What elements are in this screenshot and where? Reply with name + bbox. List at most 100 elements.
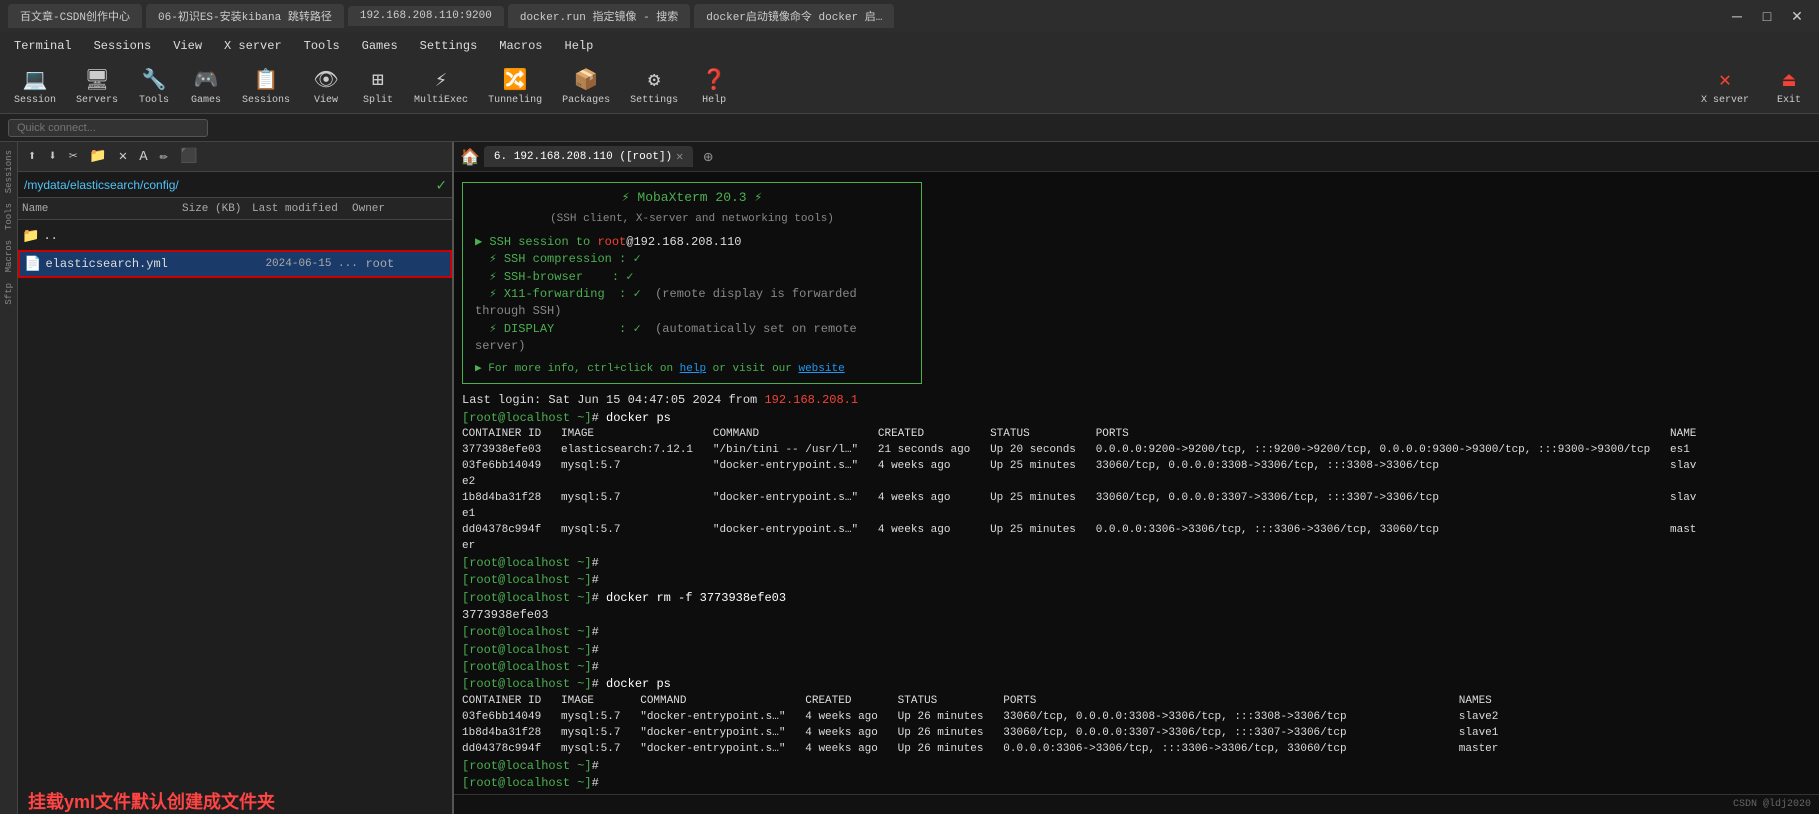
fp-folder-button[interactable]: 📁 (85, 146, 110, 167)
toolbar-packages[interactable]: 📦 Packages (556, 63, 616, 110)
menu-xserver[interactable]: X server (214, 36, 292, 56)
terminal-line-e1: e1 (462, 507, 1811, 523)
toolbar-help[interactable]: ❓ Help (692, 63, 736, 110)
terminal-line-rmid: 3773938efe03 (462, 607, 1811, 624)
session-icon: 💻 (23, 67, 48, 93)
terminal-tab-close[interactable]: ✕ (676, 149, 683, 164)
terminal-line-header2: CONTAINER ID IMAGE COMMAND CREATED STATU… (462, 694, 1811, 710)
filepath-confirm-icon[interactable]: ✓ (436, 175, 446, 195)
sidebar-left: Sessions Tools Macros Sftp (0, 142, 18, 814)
terminal-bottom: CSDN @ldj2020 (454, 794, 1819, 814)
terminal-line-slave2b: 03fe6bb14049 mysql:5.7 "docker-entrypoin… (462, 710, 1811, 726)
sidebar-sessions[interactable]: Sessions (3, 146, 15, 197)
fp-up-button[interactable]: ⬆ (24, 146, 40, 167)
tab-docker-image[interactable]: docker启动镜像命令 docker 启… (694, 4, 894, 28)
toolbar-games[interactable]: 🎮 Games (184, 63, 228, 110)
tab-csdn[interactable]: 百文章-CSDN创作中心 (8, 4, 142, 28)
fp-cut-button[interactable]: ✂ (65, 146, 81, 167)
toolbar-multiexec[interactable]: ⚡ MultiExec (408, 63, 474, 110)
maximize-button[interactable]: □ (1753, 4, 1781, 28)
tools-icon: 🔧 (142, 67, 167, 93)
close-button[interactable]: ✕ (1783, 4, 1811, 28)
col-owner-header[interactable]: Owner (352, 203, 412, 215)
menu-help[interactable]: Help (555, 36, 604, 56)
fp-edit-button[interactable]: ✏ (156, 146, 172, 167)
terminal-tab-add[interactable]: ⊕ (697, 144, 719, 170)
toolbar: 💻 Session 🖥 Servers 🔧 Tools 🎮 Games 📋 Se… (0, 60, 1819, 114)
terminal-prompt-3: [root@localhost ~]# (462, 624, 1811, 641)
menu-settings[interactable]: Settings (410, 36, 488, 56)
multiexec-icon: ⚡ (435, 67, 447, 93)
terminal-prompt-2: [root@localhost ~]# (462, 572, 1811, 589)
menu-games[interactable]: Games (352, 36, 408, 56)
filepath-input[interactable] (24, 178, 436, 192)
sidebar-macros[interactable]: Macros (3, 236, 15, 276)
games-icon: 🎮 (194, 67, 219, 93)
settings-icon: ⚙ (648, 67, 660, 93)
file-row-parent[interactable]: 📁 .. (18, 222, 452, 250)
fp-down-button[interactable]: ⬇ (44, 146, 60, 167)
quickconnect-bar (0, 114, 1819, 142)
view-icon: 👁 (313, 67, 338, 93)
file-toolbar: ⬆ ⬇ ✂ 📁 ✕ A ✏ ⬛ (18, 142, 452, 172)
menu-terminal[interactable]: Terminal (4, 36, 82, 56)
file-panel: ⬆ ⬇ ✂ 📁 ✕ A ✏ ⬛ ✓ Name Size (KB) Last mo… (18, 142, 454, 814)
tab-es9200[interactable]: 192.168.208.110:9200 (348, 6, 504, 26)
toolbar-session[interactable]: 💻 Session (8, 63, 62, 110)
titlebar: 百文章-CSDN创作中心 06-初识ES-安装kibana 跳转路径 192.1… (0, 0, 1819, 32)
col-modified-header[interactable]: Last modified (252, 203, 352, 215)
file-name-yml: elasticsearch.yml (45, 257, 195, 271)
fp-label-button[interactable]: A (135, 147, 151, 167)
filepath-bar: ✓ (18, 172, 452, 198)
yml-file-icon: 📄 (24, 256, 41, 273)
sidebar-sftp[interactable]: Sftp (3, 279, 15, 309)
file-list: 📁 .. 📄 elasticsearch.yml 2024-06-15 ... … (18, 220, 452, 768)
toolbar-view[interactable]: 👁 View (304, 63, 348, 110)
toolbar-split[interactable]: ⊞ Split (356, 63, 400, 110)
toolbar-exit[interactable]: ⏏ Exit (1767, 63, 1811, 110)
terminal-line-master: dd04378c994f mysql:5.7 "docker-entrypoin… (462, 523, 1811, 539)
tab-kibana[interactable]: 06-初识ES-安装kibana 跳转路径 (146, 4, 344, 28)
menubar: Terminal Sessions View X server Tools Ga… (0, 32, 1819, 60)
menu-tools[interactable]: Tools (294, 36, 350, 56)
minimize-button[interactable]: ─ (1723, 4, 1751, 28)
terminal-line-slave2a: 03fe6bb14049 mysql:5.7 "docker-entrypoin… (462, 459, 1811, 475)
col-name-header[interactable]: Name (22, 203, 182, 215)
terminal-content[interactable]: ⚡ MobaXterm 20.3 ⚡ (SSH client, X-server… (454, 172, 1819, 794)
packages-icon: 📦 (574, 67, 599, 93)
file-name-parent: .. (43, 229, 193, 243)
fp-block-button[interactable]: ⬛ (176, 146, 201, 167)
quickconnect-input[interactable] (8, 119, 208, 137)
terminal-prompt-4: [root@localhost ~]# (462, 642, 1811, 659)
toolbar-tunneling[interactable]: 🔀 Tunneling (482, 63, 548, 110)
terminal-prompt-6: [root@localhost ~]# (462, 758, 1811, 775)
tab-docker-run[interactable]: docker.run 指定镜像 - 搜索 (508, 4, 690, 28)
toolbar-sessions[interactable]: 📋 Sessions (236, 63, 296, 110)
toolbar-xserver[interactable]: ✕ X server (1695, 63, 1755, 110)
menu-macros[interactable]: Macros (489, 36, 552, 56)
toolbar-servers[interactable]: 🖥 Servers (70, 63, 124, 110)
fp-close-button[interactable]: ✕ (115, 146, 131, 167)
terminal-line-es1: 3773938efe03 elasticsearch:7.12.1 "/bin/… (462, 443, 1811, 459)
window-controls: ─ □ ✕ (1723, 4, 1811, 28)
toolbar-tools[interactable]: 🔧 Tools (132, 63, 176, 110)
sessions-icon: 📋 (254, 67, 279, 93)
toolbar-settings[interactable]: ⚙ Settings (624, 63, 684, 110)
sidebar-tools[interactable]: Tools (3, 199, 15, 234)
ssh-help: ▶ For more info, ctrl+click on help or v… (475, 362, 909, 378)
menu-view[interactable]: View (163, 36, 212, 56)
mobaterm-subtitle: (SSH client, X-server and networking too… (475, 212, 909, 228)
file-row-yml[interactable]: 📄 elasticsearch.yml 2024-06-15 ... root (18, 250, 452, 278)
terminal-prompt-7: [root@localhost ~]# (462, 775, 1811, 792)
col-size-header[interactable]: Size (KB) (182, 203, 252, 215)
terminal-prompt-5: [root@localhost ~]# (462, 659, 1811, 676)
terminal-line-slave1a: 1b8d4ba31f28 mysql:5.7 "docker-entrypoin… (462, 491, 1811, 507)
exit-icon: ⏏ (1783, 67, 1795, 93)
mobaterm-title: ⚡ MobaXterm 20.3 ⚡ (475, 189, 909, 208)
terminal-line-rm: [root@localhost ~]# docker rm -f 3773938… (462, 590, 1811, 607)
menu-sessions[interactable]: Sessions (84, 36, 162, 56)
terminal-tab-active[interactable]: 6. 192.168.208.110 ([root]) ✕ (484, 146, 693, 167)
terminal-line-dockerps2: [root@localhost ~]# docker ps (462, 676, 1811, 693)
folder-up-icon: 📁 (22, 228, 39, 245)
terminal-home-icon[interactable]: 🏠 (460, 147, 480, 167)
